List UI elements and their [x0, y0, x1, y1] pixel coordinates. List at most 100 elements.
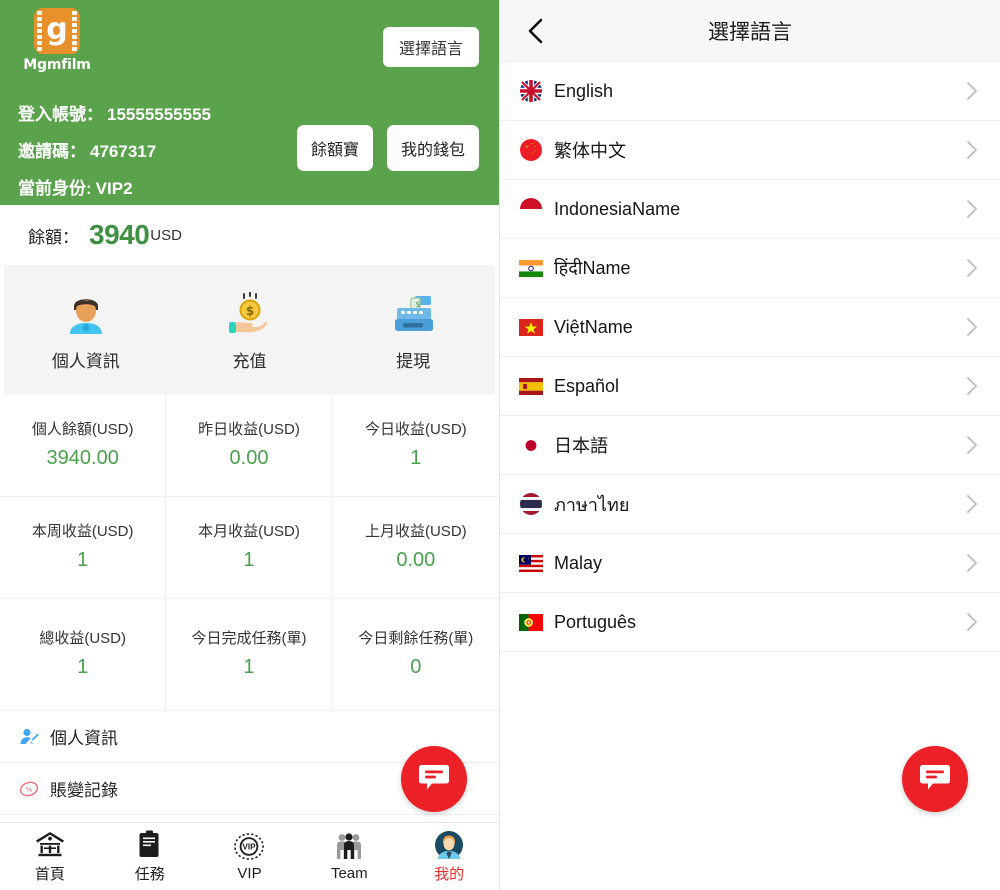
language-item-thai[interactable]: ภาษาไทย [500, 475, 1000, 534]
chevron-left-icon[interactable] [522, 17, 550, 45]
my-wallet-button[interactable]: 我的錢包 [387, 125, 479, 171]
stat-label: 今日完成任務(單) [191, 630, 306, 649]
quick-action-profile[interactable]: 個人資訊 [5, 289, 167, 372]
login-account-value: 15555555555 [107, 105, 211, 124]
select-language-button[interactable]: 選擇語言 [383, 27, 479, 67]
balance-summary: 餘額： 3940 USD [0, 205, 499, 265]
language-item-label: English [554, 81, 966, 102]
language-item-portuguese[interactable]: Português [500, 593, 1000, 652]
language-item-label: हिंदीName [554, 256, 966, 280]
language-item-spanish[interactable]: Español [500, 357, 1000, 416]
language-item-chinese[interactable]: 繁体中文 [500, 121, 1000, 180]
bottom-tabbar: 首頁 任務 [0, 822, 499, 890]
stats-grid: 個人餘額(USD) 3940.00 昨日收益(USD) 0.00 今日收益(US… [0, 395, 499, 711]
stat-label: 本周收益(USD) [32, 523, 134, 542]
spain-flag-icon [518, 377, 544, 396]
chevron-right-icon [966, 317, 978, 337]
language-item-hindi[interactable]: हिंदीName [500, 239, 1000, 298]
stat-label: 今日收益(USD) [365, 421, 467, 440]
page-title: 選擇語言 [500, 16, 1000, 46]
account-info: 登入帳號：15555555555 邀請碼：4767317 當前身份:VIP2 [18, 100, 211, 211]
stat-value: 1 [77, 656, 88, 679]
stat-label: 個人餘額(USD) [32, 421, 134, 440]
identity-row: 當前身份:VIP2 [18, 174, 211, 199]
language-item-label: IndonesiaName [554, 199, 966, 220]
stat-label: 今日剩餘任務(單) [358, 630, 473, 649]
chevron-right-icon [966, 199, 978, 219]
hand-coin-icon: $ [168, 289, 330, 337]
language-selection-page: 選擇語言 English [500, 0, 1000, 890]
indonesia-flag-icon [518, 200, 544, 219]
stat-cell: 今日完成任務(單) 1 [166, 599, 332, 711]
language-item-english[interactable]: English [500, 62, 1000, 121]
stat-label: 總收益(USD) [39, 630, 126, 649]
quick-action-withdraw[interactable]: $ 提現 [332, 289, 494, 372]
brand-name: Mgmfilm [22, 57, 92, 73]
chevron-right-icon [966, 435, 978, 455]
language-item-label: ภาษาไทย [554, 490, 966, 519]
chevron-right-icon [966, 81, 978, 101]
language-item-label: ViệtName [554, 317, 966, 338]
clipboard-check-icon [137, 829, 163, 861]
chevron-right-icon [966, 258, 978, 278]
quick-action-profile-label: 個人資訊 [5, 347, 167, 372]
logo-glyph: g [46, 15, 67, 45]
stat-cell: 本月收益(USD) 1 [166, 497, 332, 599]
tab-vip-label: VIP [237, 865, 261, 882]
stat-cell: 今日剩餘任務(單) 0 [333, 599, 499, 711]
svg-text:%: % [26, 786, 33, 794]
identity-value: VIP2 [96, 179, 133, 198]
tab-vip[interactable]: VIP VIP [200, 831, 300, 882]
japan-flag-icon [518, 436, 544, 455]
avatar-icon [434, 829, 464, 861]
balance-amount: 3940 [89, 219, 149, 251]
chevron-right-icon [966, 494, 978, 514]
stat-value: 1 [243, 656, 254, 679]
brand-logo: g Mgmfilm [22, 8, 92, 73]
language-item-label: Malay [554, 553, 966, 574]
cash-register-icon: $ [332, 289, 494, 337]
stat-cell: 本周收益(USD) 1 [0, 497, 166, 599]
identity-label: 當前身份: [18, 179, 92, 198]
tab-home[interactable]: 首頁 [0, 829, 100, 884]
chevron-right-icon [966, 612, 978, 632]
home-icon [35, 829, 65, 861]
language-item-japanese[interactable]: 日本語 [500, 416, 1000, 475]
language-item-label: Português [554, 612, 966, 633]
portugal-flag-icon [518, 613, 544, 632]
language-item-label: Español [554, 376, 966, 397]
svg-text:VIP: VIP [243, 843, 257, 852]
uk-flag-icon [518, 82, 544, 101]
language-item-indonesia[interactable]: IndonesiaName [500, 180, 1000, 239]
invite-code-label: 邀請碼： [18, 142, 86, 161]
stat-value: 1 [77, 549, 88, 572]
malaysia-flag-icon [518, 554, 544, 573]
chat-support-button[interactable] [902, 746, 968, 812]
person-edit-icon [16, 727, 42, 747]
profile-page: g Mgmfilm 選擇語言 登入帳號：15555555555 邀請碼：4767… [0, 0, 500, 890]
tab-team[interactable]: Team [299, 831, 399, 882]
menu-item-personal-info-label: 個人資訊 [50, 724, 118, 749]
tab-mine[interactable]: 我的 [399, 829, 499, 884]
tab-task[interactable]: 任務 [100, 829, 200, 884]
stat-value: 0.00 [396, 549, 435, 572]
stat-value: 1 [243, 549, 254, 572]
chat-support-button[interactable] [401, 746, 467, 812]
stat-cell: 今日收益(USD) 1 [333, 395, 499, 497]
svg-text:$: $ [416, 300, 421, 309]
app-screenshot: g Mgmfilm 選擇語言 登入帳號：15555555555 邀請碼：4767… [0, 0, 1000, 890]
chevron-right-icon [966, 376, 978, 396]
language-item-vietnamese[interactable]: ViệtName [500, 298, 1000, 357]
stat-cell: 上月收益(USD) 0.00 [333, 497, 499, 599]
login-account-row: 登入帳號：15555555555 [18, 100, 211, 125]
yuebao-button[interactable]: 餘額寶 [297, 125, 373, 171]
stat-value: 0.00 [230, 447, 269, 470]
chevron-right-icon [966, 553, 978, 573]
film-perforations-right [72, 11, 77, 51]
film-logo-icon: g [34, 8, 80, 54]
quick-action-recharge[interactable]: $ 充值 [168, 289, 330, 372]
india-flag-icon [518, 259, 544, 278]
language-item-malay[interactable]: Malay [500, 534, 1000, 593]
language-page-header: 選擇語言 [500, 0, 1000, 62]
stat-cell: 總收益(USD) 1 [0, 599, 166, 711]
